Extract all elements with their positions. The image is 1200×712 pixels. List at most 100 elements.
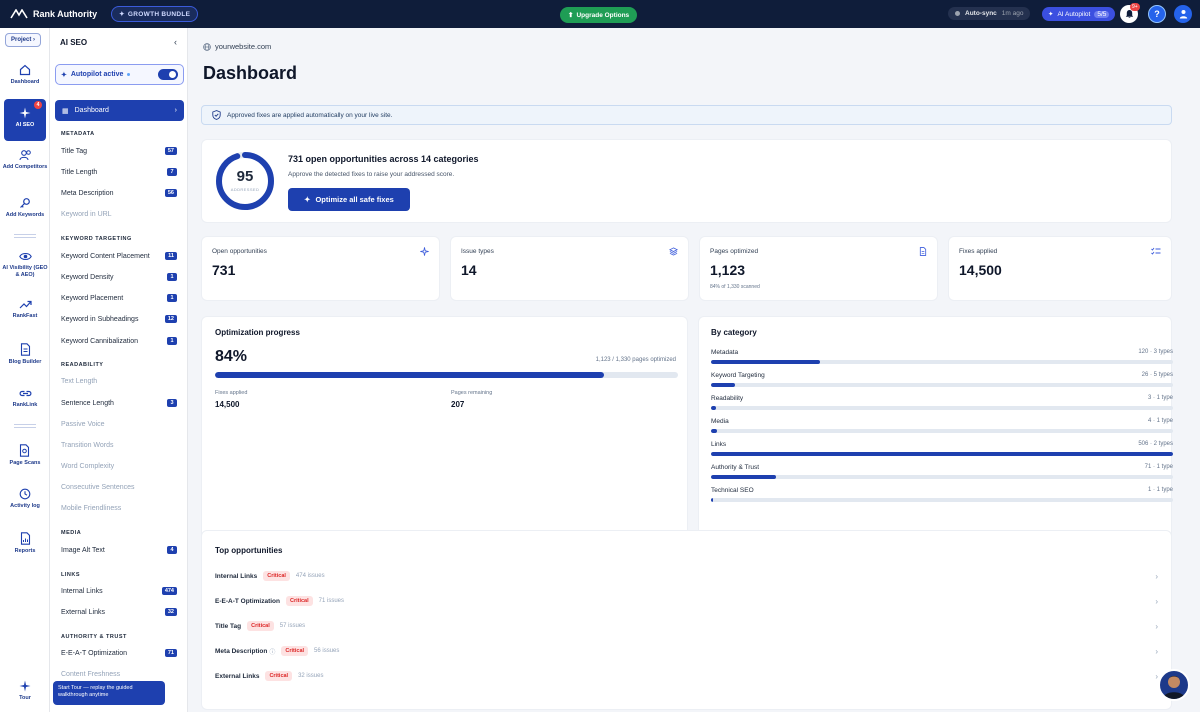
rail-item-tour[interactable]: Tour (0, 680, 50, 702)
globe-icon (203, 42, 211, 51)
sidebar-item-meta-description[interactable]: Meta Description 56 (61, 189, 177, 197)
info-banner: Approved fixes are applied automatically… (201, 105, 1172, 125)
support-chat-avatar[interactable] (1158, 669, 1190, 701)
brand-name: Rank Authority (33, 9, 98, 19)
sidebar-item-keyword-in-url[interactable]: Keyword in URL (61, 211, 177, 218)
rail-label: Blog Builder (8, 359, 42, 365)
collapse-sidebar-icon[interactable]: ‹ (174, 37, 177, 47)
category-bar-fill (711, 475, 776, 479)
sidebar-item-title-tag[interactable]: Title Tag 57 (61, 147, 177, 155)
rail-label: Tour (19, 695, 31, 701)
count-badge: 71 (164, 649, 177, 657)
category-count: 120 · 3 types (1138, 349, 1173, 355)
sidebar-item-word-complexity[interactable]: Word Complexity (61, 463, 177, 470)
count-badge: 12 (164, 315, 177, 323)
sidebar-item-text-length[interactable]: Text Length (61, 378, 177, 385)
sidebar-item-label: Image Alt Text (61, 546, 105, 554)
issue-count: 71 issues (318, 598, 345, 604)
sidebar-item-label: E-E-A-T Optimization (61, 649, 127, 657)
project-selector[interactable]: Project › (5, 33, 42, 47)
rail-item-page-scans[interactable]: Page Scans (0, 444, 50, 467)
rail-item-rankfast[interactable]: RankFast (0, 299, 50, 320)
sidebar-item-image-alt-text[interactable]: Image Alt Text 4 (61, 546, 177, 554)
rail-item-add-keywords[interactable]: Add Keywords (0, 197, 50, 219)
sidebar-item-content-freshness[interactable]: Content Freshness (61, 671, 177, 678)
optimize-all-label: Optimize all safe fixes (315, 195, 394, 204)
tour-tooltip[interactable]: Start Tour — replay the guided walkthrou… (53, 681, 165, 705)
brand-logo[interactable]: Rank Authority (10, 9, 97, 19)
site-url[interactable]: yourwebsite.com (203, 42, 271, 51)
category-count: 71 · 1 type (1144, 464, 1173, 470)
auto-sync-status[interactable]: Auto-sync 1m ago (948, 7, 1031, 20)
stat-label: Fixes applied (959, 248, 998, 255)
sidebar-item-keyword-density[interactable]: Keyword Density 1 (61, 273, 177, 281)
optimize-all-button[interactable]: ✦ Optimize all safe fixes (288, 188, 410, 211)
trend-icon (19, 300, 32, 309)
stat-card-open-opportunities: Open opportunities 731 (201, 236, 440, 301)
rail-label: AI SEO (15, 122, 35, 128)
opportunity-row-external-links[interactable]: External Links Critical 32 issues › (215, 669, 1158, 683)
rail-item-blog-builder[interactable]: Blog Builder (0, 343, 50, 366)
sidebar-item-transition-words[interactable]: Transition Words (61, 442, 177, 449)
sidebar-item-mobile-friendliness[interactable]: Mobile Friendliness (61, 505, 177, 512)
help-button[interactable]: ? (1148, 5, 1166, 23)
rail-item-ranklink[interactable]: RankLink (0, 388, 50, 409)
sidebar-item-label: Keyword Placement (61, 294, 124, 302)
chevron-right-icon: › (174, 107, 177, 114)
sidebar-item-keyword-cannibalization[interactable]: Keyword Cannibalization 1 (61, 337, 177, 345)
rail-item-add-competitors[interactable]: Add Competitors (0, 149, 50, 171)
category-name: Authority & Trust (711, 464, 760, 471)
sidebar-item-keyword-placement[interactable]: Keyword Placement 1 (61, 294, 177, 302)
sidebar-item-dashboard[interactable]: ▦ Dashboard › (55, 100, 184, 121)
auto-sync-time: 1m ago (1001, 10, 1024, 17)
sidebar-item-title-length[interactable]: Title Length 7 (61, 168, 177, 176)
sidebar-item-sentence-length[interactable]: Sentence Length 3 (61, 399, 177, 407)
stat-value: 14,500 (959, 262, 1002, 278)
ai-autopilot-button[interactable]: ✦ AI Autopilot 5/5 (1042, 7, 1116, 21)
sidebar-item-internal-links[interactable]: Internal Links 474 (61, 587, 177, 595)
file-icon (919, 247, 927, 256)
rail-item-dashboard[interactable]: Dashboard (0, 64, 50, 86)
growth-bundle-badge[interactable]: ✦ GROWTH BUNDLE (111, 6, 199, 22)
rail-item-activity-log[interactable]: Activity log (0, 488, 50, 510)
section-media: MEDIA (61, 530, 82, 536)
shield-check-icon (212, 110, 221, 120)
rail-item-ai-seo[interactable]: 4 AI SEO (4, 99, 46, 141)
main-content: yourwebsite.com Dashboard Approved fixes… (188, 28, 1200, 712)
status-dot-icon (127, 73, 131, 76)
sidebar-item-label: Title Length (61, 168, 98, 176)
opportunity-row-meta-description[interactable]: Meta Description ⓘ Critical 56 issues › (215, 644, 1158, 658)
sidebar-item-keyword-content-placement[interactable]: Keyword Content Placement 11 (61, 252, 177, 260)
category-bar (711, 452, 1173, 456)
sidebar-item-label: Content Freshness (61, 671, 121, 678)
rail-label: Activity log (10, 503, 40, 509)
category-bar (711, 406, 1173, 410)
autopilot-toggle-card[interactable]: ✦ Autopilot active (55, 64, 184, 85)
rail-label: RankFast (12, 313, 38, 319)
stat-label: Pages optimized (710, 248, 759, 255)
critical-badge: Critical (263, 571, 290, 581)
sidebar-item-consecutive-sentences[interactable]: Consecutive Sentences (61, 484, 177, 491)
count-badge: 1 (167, 337, 177, 345)
opportunity-name: E-E-A-T Optimization (215, 597, 280, 605)
autopilot-toggle[interactable] (158, 69, 178, 80)
report-icon (20, 532, 30, 545)
rail-item-reports[interactable]: Reports (0, 532, 50, 555)
upgrade-options-button[interactable]: ⬆ Upgrade Options (560, 7, 638, 23)
rail-item-ai-visibility[interactable]: AI Visibility (GEO & AEO) (0, 251, 50, 279)
opportunity-row-internal-links[interactable]: Internal Links Critical 474 issues › (215, 569, 1158, 583)
opportunity-row-title-tag[interactable]: Title Tag Critical 57 issues › (215, 619, 1158, 633)
opportunity-name: Title Tag (215, 622, 242, 630)
sidebar-item-label: Internal Links (61, 587, 103, 595)
sidebar-item-external-links[interactable]: External Links 32 (61, 608, 177, 616)
sidebar-item-passive-voice[interactable]: Passive Voice (61, 421, 177, 428)
user-menu-button[interactable] (1174, 5, 1192, 23)
count-badge: 1 (167, 273, 177, 281)
sidebar-item-label: Title Tag (61, 147, 88, 155)
opportunity-row-eeat[interactable]: E-E-A-T Optimization Critical 71 issues … (215, 594, 1158, 608)
sidebar-item-eeat-optimization[interactable]: E-E-A-T Optimization 71 (61, 649, 177, 657)
critical-badge: Critical (286, 596, 313, 606)
sidebar-item-keyword-in-subheadings[interactable]: Keyword in Subheadings 12 (61, 315, 177, 323)
eye-icon (18, 252, 32, 261)
category-bar-fill (711, 383, 735, 387)
